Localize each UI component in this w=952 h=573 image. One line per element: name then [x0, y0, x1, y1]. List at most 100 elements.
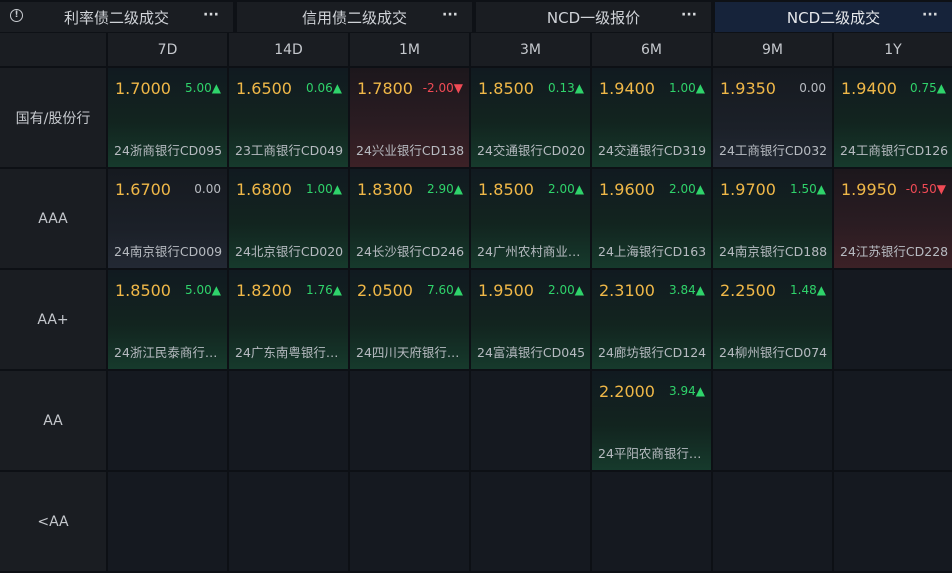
- quote-cell[interactable]: 1.9700 1.50▲ 24南京银行CD188: [713, 169, 832, 268]
- empty-cell: [834, 371, 952, 470]
- quote-cell[interactable]: 2.2500 1.48▲ 24柳州银行CD074: [713, 270, 832, 369]
- yield-value: 2.3100: [599, 281, 655, 300]
- column-header[interactable]: 9M: [713, 33, 832, 66]
- info-icon[interactable]: !: [10, 9, 23, 22]
- quote-cell[interactable]: 2.3100 3.84▲ 24廊坊银行CD124: [592, 270, 711, 369]
- change-bp: 7.60▲: [427, 283, 463, 297]
- yield-value: 1.8500: [478, 79, 534, 98]
- quote-cell[interactable]: 1.8200 1.76▲ 24广东南粤银行CD...: [229, 270, 348, 369]
- empty-cell: [713, 472, 832, 571]
- change-bp: 2.00▲: [669, 182, 705, 196]
- empty-cell: [713, 371, 832, 470]
- quote-cell[interactable]: 1.7000 5.00▲ 24浙商银行CD095: [108, 68, 227, 167]
- bond-name: 24广东南粤银行CD...: [235, 345, 345, 360]
- yield-value: 1.9400: [599, 79, 655, 98]
- change-bp: 0.00: [194, 182, 221, 196]
- bond-name: 24平阳农商银行CD...: [598, 446, 708, 461]
- tab-ncd-primary-quote[interactable]: NCD一级报价 ···: [476, 2, 711, 32]
- column-header[interactable]: 14D: [229, 33, 348, 66]
- yield-value: 1.8500: [115, 281, 171, 300]
- change-bp: 0.13▲: [548, 81, 584, 95]
- empty-cell: [471, 472, 590, 571]
- empty-cell: [108, 472, 227, 571]
- quote-cell[interactable]: 2.0500 7.60▲ 24四川天府银行CD...: [350, 270, 469, 369]
- yield-value: 1.9500: [478, 281, 534, 300]
- row-header: AA+: [0, 270, 106, 369]
- tab-rate-bond-secondary[interactable]: ! 利率债二级成交 ···: [0, 2, 233, 32]
- bond-name: 24南京银行CD188: [719, 244, 828, 259]
- empty-cell: [229, 472, 348, 571]
- change-bp: 1.48▲: [790, 283, 826, 297]
- quote-cell[interactable]: 1.6500 0.06▲ 23工商银行CD049: [229, 68, 348, 167]
- bond-name: 23工商银行CD049: [235, 143, 344, 158]
- tab-ncd-secondary-trade[interactable]: NCD二级成交 ···: [715, 2, 952, 32]
- change-bp: 1.50▲: [790, 182, 826, 196]
- tab-credit-bond-secondary[interactable]: 信用债二级成交 ···: [237, 2, 472, 32]
- bond-name: 24长沙银行CD246: [356, 244, 465, 259]
- column-header[interactable]: 6M: [592, 33, 711, 66]
- empty-cell: [108, 371, 227, 470]
- quote-cell[interactable]: 1.8300 2.90▲ 24长沙银行CD246: [350, 169, 469, 268]
- change-bp: 5.00▲: [185, 283, 221, 297]
- yield-value: 1.8300: [357, 180, 413, 199]
- quote-cell[interactable]: 1.9350 0.00 24工商银行CD032: [713, 68, 832, 167]
- change-bp: 2.90▲: [427, 182, 463, 196]
- bond-name: 24工商银行CD032: [719, 143, 828, 158]
- quote-cell[interactable]: 2.2000 3.94▲ 24平阳农商银行CD...: [592, 371, 711, 470]
- quote-cell[interactable]: 1.8500 2.00▲ 24广州农村商业银...: [471, 169, 590, 268]
- bond-name: 24浙江民泰商行CD...: [114, 345, 224, 360]
- change-bp: 5.00▲: [185, 81, 221, 95]
- bond-name: 24浙商银行CD095: [114, 143, 223, 158]
- column-header[interactable]: 1Y: [834, 33, 952, 66]
- yield-value: 1.9400: [841, 79, 897, 98]
- yield-value: 2.2500: [720, 281, 776, 300]
- yield-value: 2.2000: [599, 382, 655, 401]
- more-options-icon[interactable]: ···: [922, 7, 938, 23]
- bond-name: 24交通银行CD319: [598, 143, 707, 158]
- more-options-icon[interactable]: ···: [203, 7, 219, 23]
- quote-cell[interactable]: 1.6700 0.00 24南京银行CD009: [108, 169, 227, 268]
- bond-name: 24富滇银行CD045: [477, 345, 586, 360]
- change-bp: -0.50▼: [905, 182, 946, 196]
- bond-name: 24四川天府银行CD...: [356, 345, 466, 360]
- bond-name: 24廊坊银行CD124: [598, 345, 707, 360]
- bond-name: 24柳州银行CD074: [719, 345, 828, 360]
- column-header[interactable]: 1M: [350, 33, 469, 66]
- change-bp: 2.00▲: [548, 182, 584, 196]
- yield-value: 1.7800: [357, 79, 413, 98]
- bond-name: 24交通银行CD020: [477, 143, 586, 158]
- quote-cell[interactable]: 1.7800 -2.00▼ 24兴业银行CD138: [350, 68, 469, 167]
- quote-cell[interactable]: 1.9500 2.00▲ 24富滇银行CD045: [471, 270, 590, 369]
- quote-cell[interactable]: 1.6800 1.00▲ 24北京银行CD020: [229, 169, 348, 268]
- row-header: <AA: [0, 472, 106, 571]
- yield-value: 1.9950: [841, 180, 897, 199]
- yield-value: 1.6500: [236, 79, 292, 98]
- yield-value: 1.7000: [115, 79, 171, 98]
- column-header[interactable]: 7D: [108, 33, 227, 66]
- bond-name: 24上海银行CD163: [598, 244, 707, 259]
- tab-bar: ! 利率债二级成交 ··· 信用债二级成交 ··· NCD一级报价 ··· NC…: [0, 0, 952, 33]
- tab-label: 信用债二级成交: [301, 8, 407, 27]
- row-header: 国有/股份行: [0, 68, 106, 167]
- yield-value: 2.0500: [357, 281, 413, 300]
- yield-value: 1.9350: [720, 79, 776, 98]
- quote-cell[interactable]: 1.9600 2.00▲ 24上海银行CD163: [592, 169, 711, 268]
- quote-cell[interactable]: 1.8500 5.00▲ 24浙江民泰商行CD...: [108, 270, 227, 369]
- quote-cell[interactable]: 1.9400 0.75▲ 24工商银行CD126: [834, 68, 952, 167]
- more-options-icon[interactable]: ···: [681, 7, 697, 23]
- yield-value: 1.8200: [236, 281, 292, 300]
- more-options-icon[interactable]: ···: [442, 7, 458, 23]
- change-bp: 0.00: [799, 81, 826, 95]
- change-bp: 0.75▲: [910, 81, 946, 95]
- empty-cell: [834, 270, 952, 369]
- change-bp: 1.00▲: [669, 81, 705, 95]
- change-bp: 1.76▲: [306, 283, 342, 297]
- empty-cell: [229, 371, 348, 470]
- quote-cell[interactable]: 1.8500 0.13▲ 24交通银行CD020: [471, 68, 590, 167]
- row-header: AA: [0, 371, 106, 470]
- quote-cell[interactable]: 1.9950 -0.50▼ 24江苏银行CD228: [834, 169, 952, 268]
- quote-matrix: 7D 14D 1M 3M 6M 9M 1Y 国有/股份行 1.7000 5.00▲ 24浙商银行CD…: [0, 33, 952, 573]
- quote-cell[interactable]: 1.9400 1.00▲ 24交通银行CD319: [592, 68, 711, 167]
- column-header[interactable]: 3M: [471, 33, 590, 66]
- tab-label: 利率债二级成交: [63, 8, 169, 27]
